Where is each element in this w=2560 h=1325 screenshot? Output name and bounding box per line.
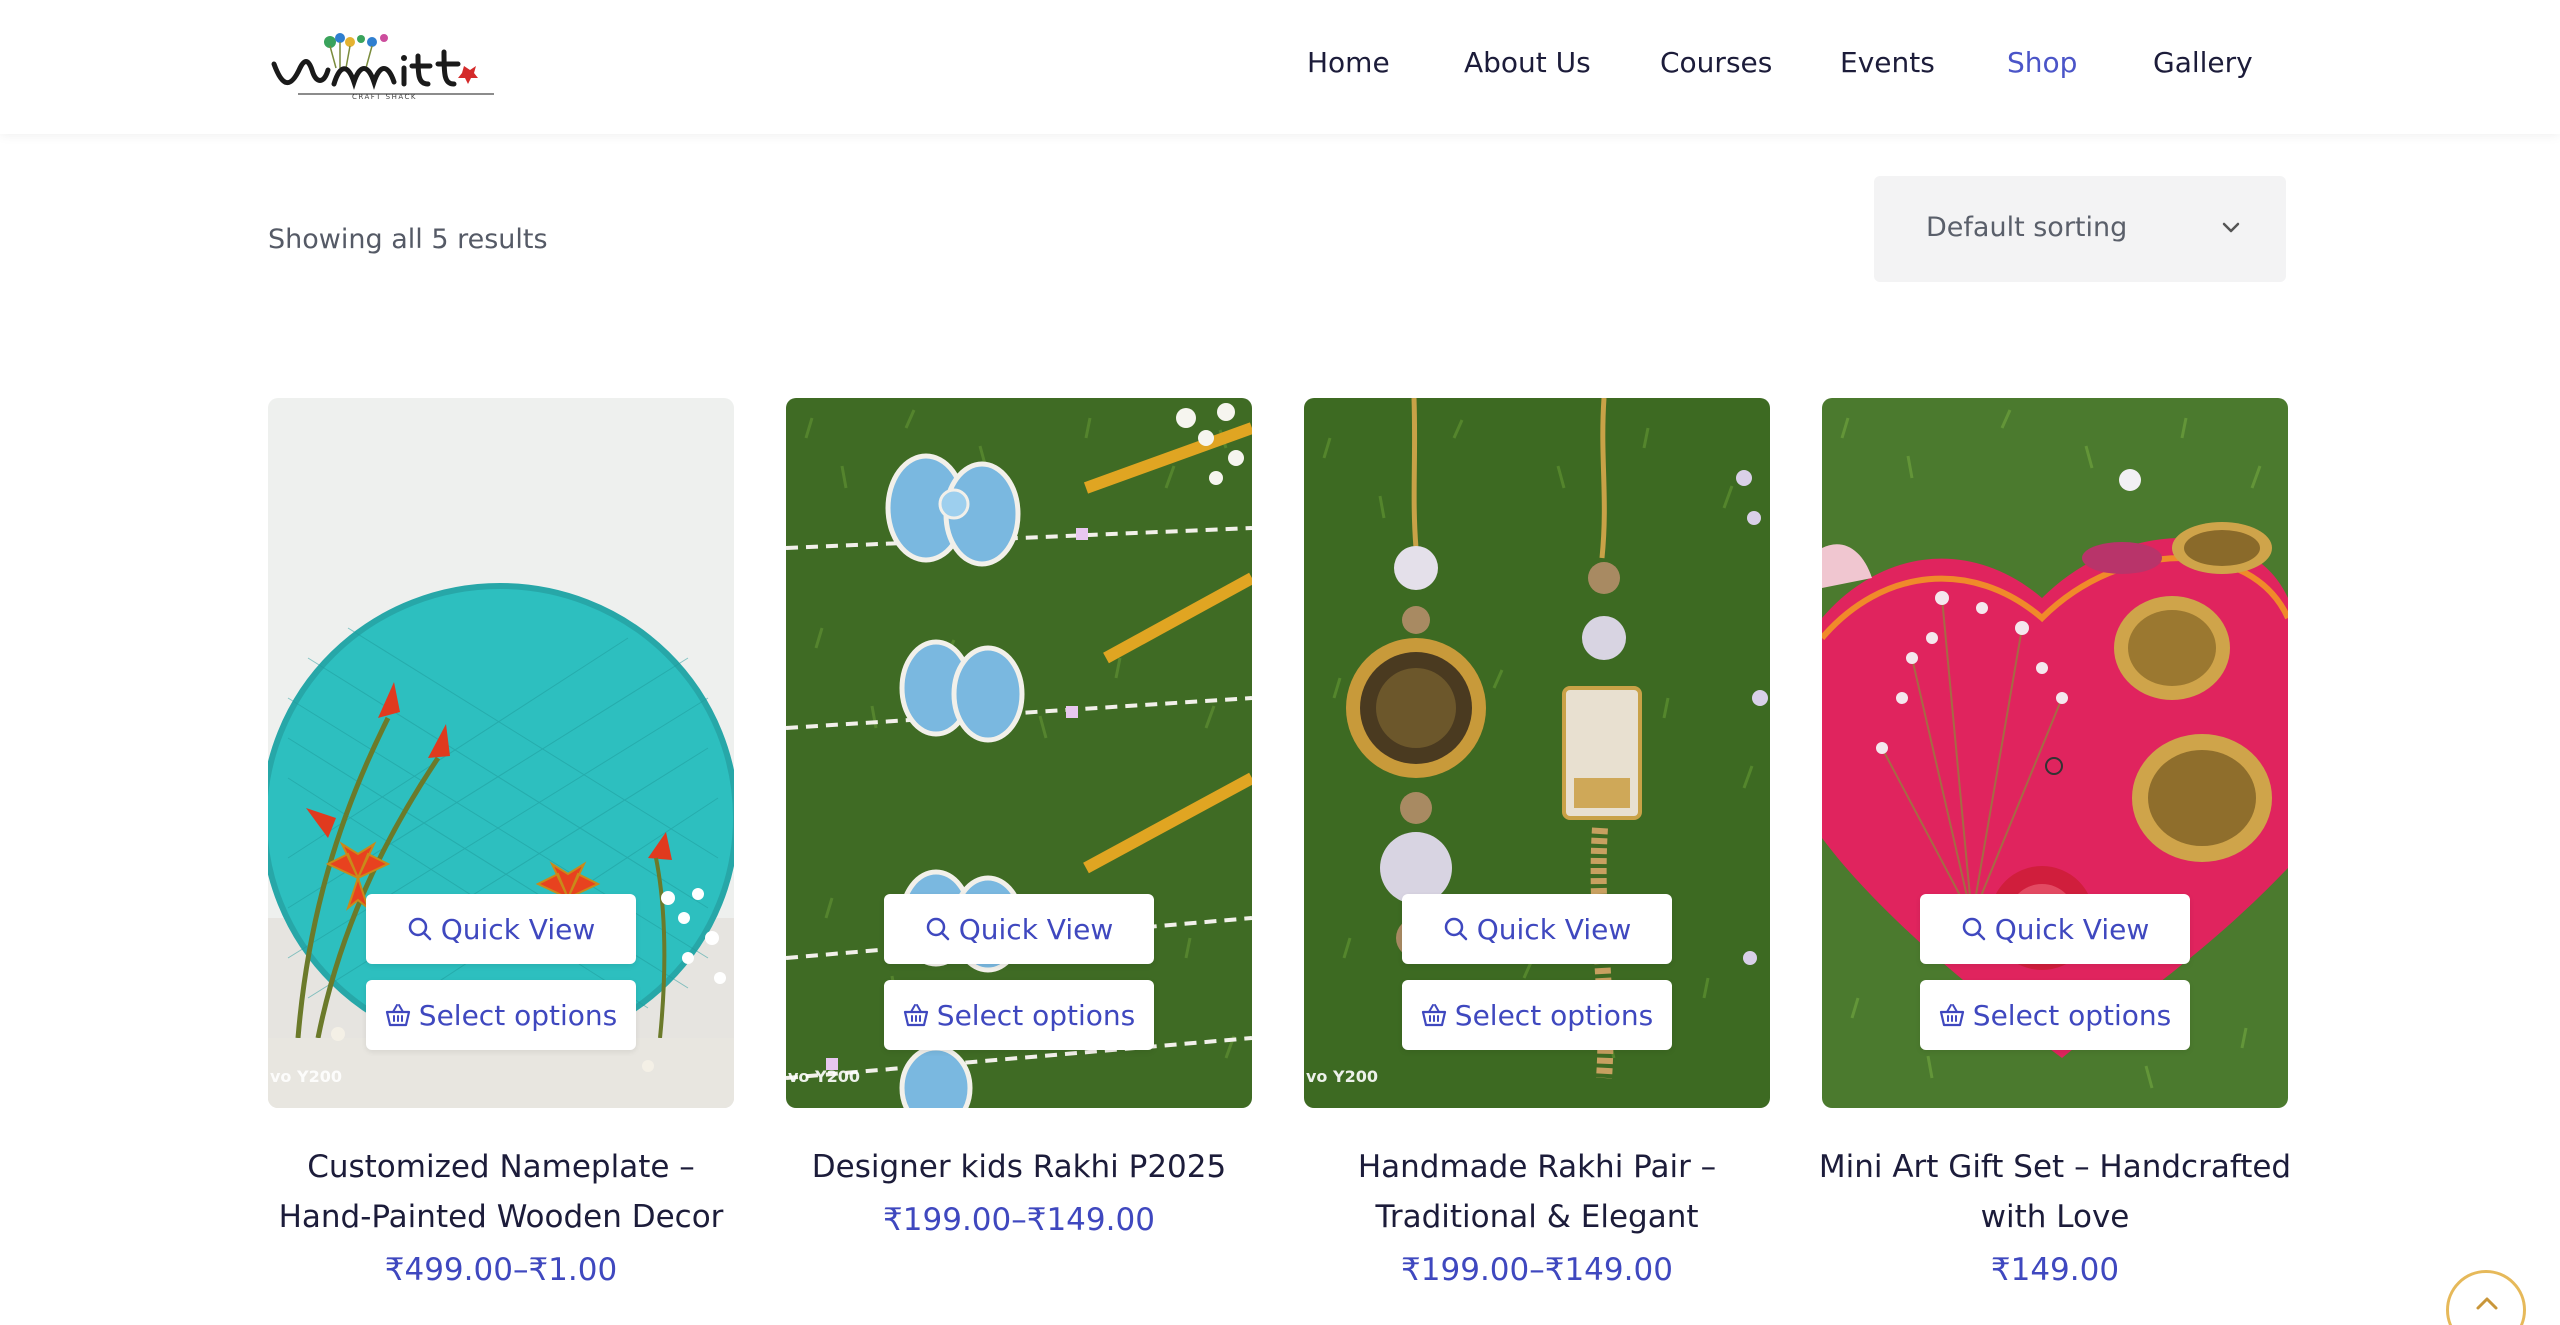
select-options-label: Select options bbox=[418, 998, 618, 1032]
basket-icon bbox=[385, 1004, 410, 1027]
quick-view-label: Quick View bbox=[958, 912, 1114, 946]
basket-icon bbox=[1421, 1004, 1446, 1027]
site-logo[interactable]: CRAFT SHACK bbox=[268, 28, 520, 101]
select-options-label: Select options bbox=[1972, 998, 2172, 1032]
nav-courses[interactable]: Courses bbox=[1660, 46, 1772, 79]
quick-view-label: Quick View bbox=[1994, 912, 2150, 946]
product-title[interactable]: Designer kids Rakhi P2025 bbox=[776, 1142, 1262, 1192]
nav-home[interactable]: Home bbox=[1307, 46, 1390, 79]
product-price: ₹199.00–₹149.00 bbox=[883, 1202, 1155, 1238]
image-watermark: vo Y200 bbox=[270, 1067, 342, 1086]
basket-icon bbox=[903, 1004, 928, 1027]
basket-icon bbox=[1939, 1004, 1964, 1027]
quick-view-button[interactable]: Quick View bbox=[366, 894, 636, 964]
quick-view-label: Quick View bbox=[440, 912, 596, 946]
search-icon bbox=[1444, 917, 1467, 941]
select-options-button[interactable]: Select options bbox=[1402, 980, 1672, 1050]
select-options-button[interactable]: Select options bbox=[1920, 980, 2190, 1050]
quick-view-button[interactable]: Quick View bbox=[1920, 894, 2190, 964]
product-price: ₹499.00–₹1.00 bbox=[384, 1252, 618, 1288]
chevron-up-icon bbox=[2476, 1297, 2498, 1310]
select-options-label: Select options bbox=[936, 998, 1136, 1032]
search-icon bbox=[926, 917, 949, 941]
quick-view-button[interactable]: Quick View bbox=[884, 894, 1154, 964]
product-price: ₹199.00–₹149.00 bbox=[1401, 1252, 1673, 1288]
product-title[interactable]: Customized Nameplate – Hand-Painted Wood… bbox=[258, 1142, 744, 1242]
image-watermark: vo Y200 bbox=[788, 1067, 860, 1086]
quick-view-label: Quick View bbox=[1476, 912, 1632, 946]
select-options-button[interactable]: Select options bbox=[366, 980, 636, 1050]
select-options-label: Select options bbox=[1454, 998, 1654, 1032]
search-icon bbox=[408, 917, 431, 941]
product-title[interactable]: Handmade Rakhi Pair – Traditional & Eleg… bbox=[1294, 1142, 1780, 1242]
image-watermark: vo Y200 bbox=[1306, 1067, 1378, 1086]
result-count: Showing all 5 results bbox=[268, 224, 548, 255]
search-icon bbox=[1962, 917, 1985, 941]
sort-dropdown[interactable]: Default sorting bbox=[1874, 176, 2286, 282]
sort-selected-value: Default sorting bbox=[1926, 212, 2128, 243]
nav-shop[interactable]: Shop bbox=[2007, 46, 2077, 79]
logo-tagline: CRAFT SHACK bbox=[352, 93, 417, 100]
select-options-button[interactable]: Select options bbox=[884, 980, 1154, 1050]
product-title[interactable]: Mini Art Gift Set – Handcrafted with Lov… bbox=[1812, 1142, 2298, 1242]
chevron-down-icon bbox=[2222, 222, 2240, 233]
nav-gallery[interactable]: Gallery bbox=[2153, 46, 2253, 79]
nav-events[interactable]: Events bbox=[1840, 46, 1935, 79]
product-price: ₹149.00 bbox=[1990, 1252, 2120, 1288]
quick-view-button[interactable]: Quick View bbox=[1402, 894, 1672, 964]
site-header: CRAFT SHACK Home About Us Courses Events… bbox=[0, 0, 2560, 134]
nav-about-us[interactable]: About Us bbox=[1464, 46, 1591, 79]
logo-mark: CRAFT SHACK bbox=[271, 33, 494, 101]
scroll-to-top-button[interactable] bbox=[2446, 1270, 2526, 1325]
